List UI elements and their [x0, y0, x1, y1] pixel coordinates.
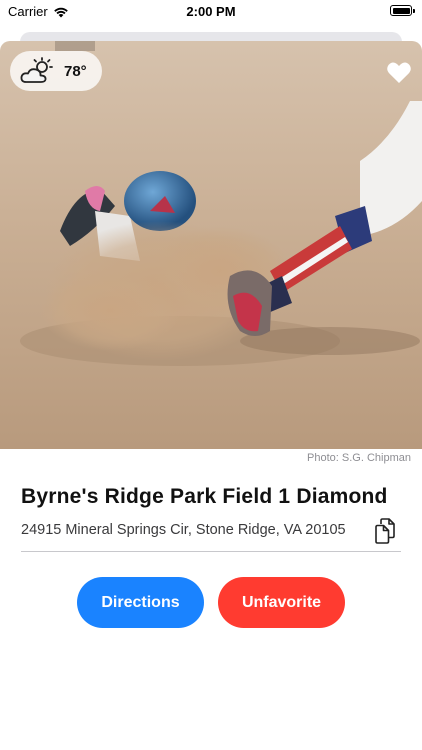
heart-filled-icon[interactable]	[386, 61, 412, 85]
clock: 2:00 PM	[186, 4, 236, 19]
directions-button[interactable]: Directions	[77, 577, 204, 628]
unfavorite-button[interactable]: Unfavorite	[218, 577, 345, 628]
divider	[21, 551, 401, 552]
weather-badge: 78°	[10, 51, 102, 91]
baseball-slide-photo	[0, 41, 422, 449]
park-name: Byrne's Ridge Park Field 1 Diamond	[21, 485, 388, 508]
status-bar: Carrier 2:00 PM	[0, 0, 422, 22]
copy-icon[interactable]	[374, 518, 396, 544]
park-address: 24915 Mineral Springs Cir, Stone Ridge, …	[21, 522, 346, 538]
photo-credit: Photo: S.G. Chipman	[307, 452, 411, 464]
temperature: 78°	[64, 62, 87, 80]
partly-sunny-icon	[20, 57, 53, 83]
battery-icon	[390, 5, 415, 16]
